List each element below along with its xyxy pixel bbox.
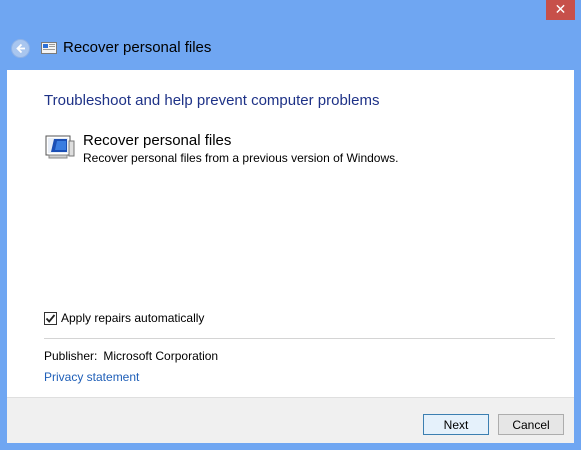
close-icon: ✕ bbox=[554, 2, 567, 18]
page-title: Recover personal files bbox=[63, 39, 212, 56]
back-button[interactable] bbox=[11, 39, 30, 58]
navigation-bar: Recover personal files bbox=[0, 30, 581, 68]
troubleshooter-description: Recover personal files from a previous v… bbox=[83, 151, 399, 165]
apply-repairs-checkbox[interactable] bbox=[44, 311, 57, 325]
privacy-statement-link[interactable]: Privacy statement bbox=[44, 370, 139, 384]
cancel-button[interactable]: Cancel bbox=[498, 414, 564, 435]
recover-files-icon bbox=[45, 135, 75, 159]
close-button[interactable]: ✕ bbox=[546, 0, 575, 20]
heading: Troubleshoot and help prevent computer p… bbox=[44, 92, 380, 109]
back-arrow-icon bbox=[16, 43, 25, 54]
title-bar[interactable]: ✕ bbox=[0, 0, 581, 24]
troubleshooter-title: Recover personal files bbox=[83, 132, 232, 149]
main-content: Troubleshoot and help prevent computer p… bbox=[7, 70, 574, 397]
troubleshooter-window: ✕ Recover personal files Troubleshoot an… bbox=[0, 0, 581, 450]
divider bbox=[44, 338, 555, 339]
apply-repairs-label[interactable]: Apply repairs automatically bbox=[61, 311, 204, 325]
apply-repairs-option[interactable]: Apply repairs automatically bbox=[44, 311, 204, 325]
footer-bar: Next Cancel bbox=[7, 397, 574, 443]
publisher-value: Microsoft Corporation bbox=[103, 349, 219, 363]
checkmark-icon bbox=[45, 313, 56, 323]
troubleshooter-icon bbox=[41, 42, 57, 54]
publisher-label: Publisher: bbox=[44, 349, 98, 363]
next-button[interactable]: Next bbox=[423, 414, 489, 435]
publisher-info: Publisher: Microsoft Corporation bbox=[44, 349, 218, 363]
